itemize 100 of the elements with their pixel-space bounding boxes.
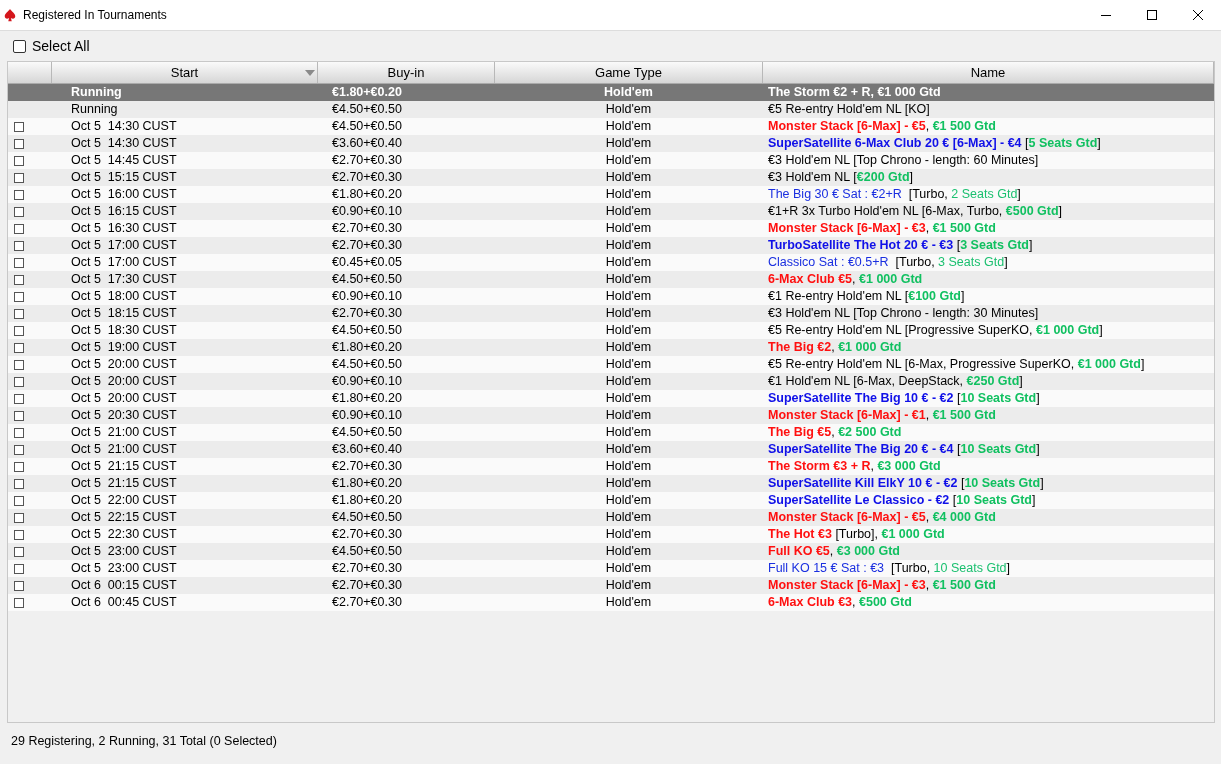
row-checkbox[interactable] <box>14 410 24 421</box>
sort-arrow-icon <box>305 70 315 76</box>
row-checkbox[interactable] <box>14 529 24 540</box>
row-checkbox[interactable] <box>14 274 24 285</box>
close-icon <box>1193 10 1203 20</box>
tournament-row[interactable]: Oct 5 21:00 CUST €3.60+€0.40 Hold'em SuperSatellite The Big 20 € - €4 [10 Seats Gtd] <box>8 441 1214 458</box>
buyin-cell: €3.60+€0.40 <box>332 136 402 150</box>
start-cell: Running <box>71 85 122 99</box>
tournament-row[interactable]: Oct 5 20:00 CUST €1.80+€0.20 Hold'em SuperSatellite The Big 10 € - €2 [10 Seats Gtd] <box>8 390 1214 407</box>
tournament-row[interactable]: Oct 5 19:00 CUST €1.80+€0.20 Hold'em The Big €2, €1 000 Gtd <box>8 339 1214 356</box>
row-checkbox[interactable] <box>14 580 24 591</box>
tournament-row[interactable]: Oct 5 17:00 CUST €2.70+€0.30 Hold'em TurboSatellite The Hot 20 € - €3 [3 Seats Gtd] <box>8 237 1214 254</box>
start-cell: Oct 5 14:30 CUST <box>71 119 177 133</box>
row-checkbox[interactable] <box>14 393 24 404</box>
name-cell: TurboSatellite The Hot 20 € - €3 [3 Seats Gtd] <box>768 238 1033 252</box>
name-cell: 6-Max Club €5, €1 000 Gtd <box>768 272 923 286</box>
buyin-cell: €4.50+€0.50 <box>332 425 402 439</box>
start-cell: Oct 5 15:15 CUST <box>71 170 177 184</box>
tournament-row[interactable]: Oct 5 17:30 CUST €4.50+€0.50 Hold'em 6-Max Club €5, €1 000 Gtd <box>8 271 1214 288</box>
row-checkbox[interactable] <box>14 172 24 183</box>
row-checkbox[interactable] <box>14 291 24 302</box>
row-checkbox[interactable] <box>14 359 24 370</box>
tournament-row[interactable]: Oct 5 23:00 CUST €4.50+€0.50 Hold'em Full KO €5, €3 000 Gtd <box>8 543 1214 560</box>
buyin-cell: €0.90+€0.10 <box>332 204 402 218</box>
tournament-row[interactable]: Oct 5 23:00 CUST €2.70+€0.30 Hold'em Full KO 15 € Sat : €3 [Turbo, 10 Seats Gtd] <box>8 560 1214 577</box>
game-type-cell: Hold'em <box>605 408 652 422</box>
row-checkbox[interactable] <box>14 427 24 438</box>
name-cell: Classico Sat : €0.5+R [Turbo, 3 Seats Gtd] <box>768 255 1008 269</box>
tournament-row[interactable]: Oct 5 14:45 CUST €2.70+€0.30 Hold'em €3 Hold'em NL [Top Chrono - length: 60 Minutes] <box>8 152 1214 169</box>
tournament-row[interactable]: Oct 5 15:15 CUST €2.70+€0.30 Hold'em €3 Hold'em NL [€200 Gtd] <box>8 169 1214 186</box>
start-cell: Oct 5 17:30 CUST <box>71 272 177 286</box>
row-checkbox[interactable] <box>14 189 24 200</box>
row-checkbox[interactable] <box>14 257 24 268</box>
tournament-row[interactable]: Oct 5 22:30 CUST €2.70+€0.30 Hold'em The Hot €3 [Turbo], €1 000 Gtd <box>8 526 1214 543</box>
row-checkbox[interactable] <box>14 121 24 132</box>
tournament-row[interactable]: Oct 5 20:00 CUST €0.90+€0.10 Hold'em €1 Hold'em NL [6-Max, DeepStack, €250 Gtd] <box>8 373 1214 390</box>
column-header[interactable]: Start <box>52 62 318 83</box>
tournament-row[interactable]: Oct 5 22:15 CUST €4.50+€0.50 Hold'em Monster Stack [6-Max] - €5, €4 000 Gtd <box>8 509 1214 526</box>
tournament-row[interactable]: Oct 5 21:00 CUST €4.50+€0.50 Hold'em The Big €5, €2 500 Gtd <box>8 424 1214 441</box>
row-checkbox[interactable] <box>14 546 24 557</box>
buyin-cell: €2.70+€0.30 <box>332 459 402 473</box>
start-cell: Oct 5 20:00 CUST <box>71 357 177 371</box>
row-checkbox[interactable] <box>14 342 24 353</box>
column-header[interactable]: Buy-in <box>318 62 495 83</box>
row-checkbox[interactable] <box>14 563 24 574</box>
row-checkbox[interactable] <box>14 478 24 489</box>
tournament-row[interactable]: Oct 5 21:15 CUST €2.70+€0.30 Hold'em The Storm €3 + R, €3 000 Gtd <box>8 458 1214 475</box>
tournament-row[interactable]: Oct 5 18:00 CUST €0.90+€0.10 Hold'em €1 Re-entry Hold'em NL [€100 Gtd] <box>8 288 1214 305</box>
row-checkbox[interactable] <box>14 155 24 166</box>
tournament-row[interactable]: Oct 5 18:15 CUST €2.70+€0.30 Hold'em €3 Hold'em NL [Top Chrono - length: 30 Minutes] <box>8 305 1214 322</box>
start-cell: Oct 6 00:45 CUST <box>71 595 177 609</box>
buyin-cell: €1.80+€0.20 <box>332 340 402 354</box>
tournament-row[interactable]: Oct 5 21:15 CUST €1.80+€0.20 Hold'em SuperSatellite Kill ElkY 10 € - €2 [10 Seats Gtd] <box>8 475 1214 492</box>
row-checkbox[interactable] <box>14 206 24 217</box>
status-text: 29 Registering, 2 Running, 31 Total (0 Selected) <box>10 733 278 748</box>
row-checkbox[interactable] <box>14 461 24 472</box>
tournament-row[interactable]: Oct 5 17:00 CUST €0.45+€0.05 Hold'em Classico Sat : €0.5+R [Turbo, 3 Seats Gtd] <box>8 254 1214 271</box>
tournament-row[interactable]: Oct 5 16:00 CUST €1.80+€0.20 Hold'em The Big 30 € Sat : €2+R [Turbo, 2 Seats Gtd] <box>8 186 1214 203</box>
game-type-cell: Hold'em <box>605 374 652 388</box>
buyin-cell: €2.70+€0.30 <box>332 170 402 184</box>
row-checkbox[interactable] <box>14 223 24 234</box>
row-checkbox[interactable] <box>14 240 24 251</box>
row-checkbox[interactable] <box>14 512 24 523</box>
game-type-cell: Hold'em <box>605 459 652 473</box>
row-checkbox[interactable] <box>14 444 24 455</box>
name-cell: €1 Hold'em NL [6-Max, DeepStack, €250 Gtd] <box>768 374 1023 388</box>
start-cell: Oct 5 16:15 CUST <box>71 204 177 218</box>
column-header[interactable]: Name <box>763 62 1214 83</box>
tournament-row[interactable]: Oct 5 20:30 CUST €0.90+€0.10 Hold'em Monster Stack [6-Max] - €1, €1 500 Gtd <box>8 407 1214 424</box>
start-cell: Oct 5 21:00 CUST <box>71 442 177 456</box>
tournament-row[interactable]: Running €1.80+€0.20 Hold'em The Storm €2 + R, €1 000 Gtd <box>8 84 1214 101</box>
row-checkbox[interactable] <box>14 376 24 387</box>
buyin-cell: €1.80+€0.20 <box>332 493 402 507</box>
game-type-cell: Hold'em <box>605 595 652 609</box>
tournament-row[interactable]: Oct 5 22:00 CUST €1.80+€0.20 Hold'em SuperSatellite Le Classico - €2 [10 Seats Gtd] <box>8 492 1214 509</box>
tournament-row[interactable]: Running €4.50+€0.50 Hold'em €5 Re-entry Hold'em NL [KO] <box>8 101 1214 118</box>
tournament-row[interactable]: Oct 5 16:15 CUST €0.90+€0.10 Hold'em €1+R 3x Turbo Hold'em NL [6-Max, Turbo, €500 Gtd] <box>8 203 1214 220</box>
row-checkbox[interactable] <box>14 325 24 336</box>
row-checkbox[interactable] <box>14 495 24 506</box>
row-checkbox[interactable] <box>14 597 24 608</box>
tournament-row[interactable]: Oct 5 20:00 CUST €4.50+€0.50 Hold'em €5 Re-entry Hold'em NL [6-Max, Progressive SuperKO, €1 000 Gtd] <box>8 356 1214 373</box>
tournament-row[interactable]: Oct 5 18:30 CUST €4.50+€0.50 Hold'em €5 Re-entry Hold'em NL [Progressive SuperKO, €1 000 Gtd] <box>8 322 1214 339</box>
buyin-cell: €4.50+€0.50 <box>332 119 402 133</box>
start-cell: Oct 5 18:15 CUST <box>71 306 177 320</box>
tournament-row[interactable]: Oct 5 14:30 CUST €4.50+€0.50 Hold'em Monster Stack [6-Max] - €5, €1 500 Gtd <box>8 118 1214 135</box>
buyin-cell: €0.90+€0.10 <box>332 289 402 303</box>
row-checkbox[interactable] <box>14 138 24 149</box>
game-type-cell: Hold'em <box>605 238 652 252</box>
tournament-row[interactable]: Oct 6 00:45 CUST €2.70+€0.30 Hold'em 6-Max Club €3, €500 Gtd <box>8 594 1214 611</box>
tournament-row[interactable]: Oct 6 00:15 CUST €2.70+€0.30 Hold'em Monster Stack [6-Max] - €3, €1 500 Gtd <box>8 577 1214 594</box>
buyin-cell: €2.70+€0.30 <box>332 561 402 575</box>
row-checkbox[interactable] <box>14 308 24 319</box>
game-type-cell: Hold'em <box>604 85 653 99</box>
name-cell: Monster Stack [6-Max] - €3, €1 500 Gtd <box>768 221 996 235</box>
name-cell: Monster Stack [6-Max] - €5, €1 500 Gtd <box>768 119 996 133</box>
column-header[interactable]: Game Type <box>495 62 763 83</box>
tournament-row[interactable]: Oct 5 14:30 CUST €3.60+€0.40 Hold'em SuperSatellite 6-Max Club 20 € [6-Max] - €4 [5 Seats Gtd] <box>8 135 1214 152</box>
tournament-row[interactable]: Oct 5 16:30 CUST €2.70+€0.30 Hold'em Monster Stack [6-Max] - €3, €1 500 Gtd <box>8 220 1214 237</box>
select-all-checkbox[interactable] <box>13 39 26 53</box>
buyin-cell: €1.80+€0.20 <box>332 187 402 201</box>
